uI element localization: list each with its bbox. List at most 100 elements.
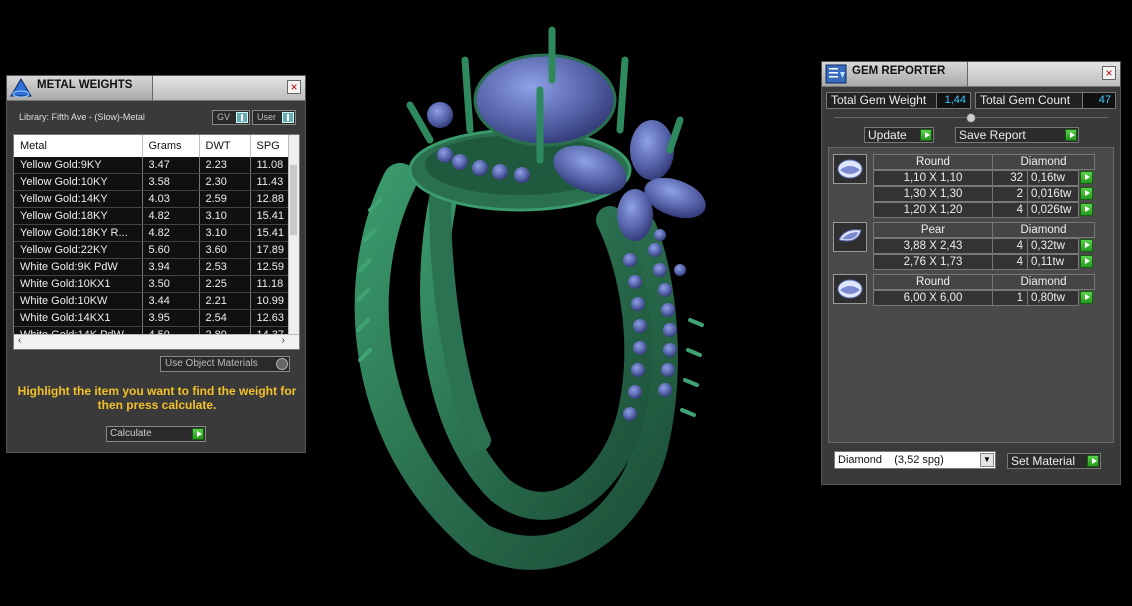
gem-size: 2,76 X 1,73 [873,254,993,270]
cell-grams: 3.47 [142,157,200,174]
column-header-grams[interactable]: Grams [142,135,200,157]
metal-weights-title: METAL WEIGHTS [37,79,133,91]
column-header-spg[interactable]: SPG [250,135,292,157]
gem-reporter-titlebar[interactable]: GEM REPORTER × [822,62,1120,87]
total-gem-weight-value: 1,44 [936,92,971,109]
metal-weights-title-tab: METAL WEIGHTS [7,76,153,100]
select-gem-row-button[interactable] [1080,203,1093,216]
calculate-button[interactable]: Calculate [106,426,206,442]
cell-spg: 11.08 [250,157,292,174]
gem-weight: 0,32tw [1027,238,1079,254]
gem-count: 4 [992,202,1028,218]
gem-shape-header: Round [873,154,993,170]
use-object-materials-toggle[interactable]: Use Object Materials [160,356,290,372]
table-row[interactable]: Yellow Gold:9KY 3.47 2.23 11.08 [14,157,292,174]
play-arrow-icon [192,428,204,440]
toggle-knob-icon [282,112,294,123]
set-material-button[interactable]: Set Material [1007,453,1101,469]
gem-material-select[interactable]: Diamond (3,52 spg) ▼ [834,451,996,469]
table-row[interactable]: Yellow Gold:10KY 3.58 2.30 11.43 [14,173,292,191]
gem-material-header: Diamond [992,222,1095,238]
gem-shape-header: Pear [873,222,993,238]
gem-list: Round Diamond 1,10 X 1,10 32 0,16tw 1,30… [828,147,1114,443]
cell-metal: Yellow Gold:9KY [14,157,143,174]
select-gem-row-button[interactable] [1080,187,1093,200]
table-row[interactable]: Yellow Gold:18KY R... 4.82 3.10 15.41 [14,224,292,242]
gem-material-select-value: Diamond (3,52 spg) [838,454,944,466]
table-row[interactable]: Yellow Gold:22KY 5.60 3.60 17.89 [14,241,292,259]
select-gem-row-button[interactable] [1080,239,1093,252]
round-gem-thumbnail-icon [833,154,867,184]
gem-size: 1,20 X 1,20 [873,202,993,218]
cell-spg: 15.41 [250,224,292,242]
cell-spg: 15.41 [250,207,292,225]
scrollbar-thumb[interactable] [290,165,297,235]
cell-dwt: 3.10 [199,224,251,242]
cell-dwt: 2.59 [199,190,251,208]
metal-table[interactable]: Metal Grams DWT SPG Yellow Gold:9KY 3.47 2… [13,134,300,350]
close-icon[interactable]: × [1102,66,1116,80]
cell-grams: 5.60 [142,241,200,259]
scroll-left-icon[interactable]: ‹ [18,335,21,346]
table-header-row: Metal Grams DWT SPG [14,135,292,157]
cell-spg: 12.88 [250,190,292,208]
table-row[interactable]: Yellow Gold:14KY 4.03 2.59 12.88 [14,190,292,208]
cell-spg: 12.63 [250,309,292,327]
set-material-label: Set Material [1011,454,1076,468]
gem-reporter-panel: GEM REPORTER × Total Gem Weight 1,44 Tot… [821,61,1121,485]
cell-metal: White Gold:10KX1 [14,275,143,293]
select-gem-row-button[interactable] [1080,255,1093,268]
table-row[interactable]: White Gold:10KX1 3.50 2.25 11.18 [14,275,292,293]
user-toggle[interactable]: User [252,110,296,125]
user-toggle-label: User [257,112,277,122]
cell-grams: 3.94 [142,258,200,276]
save-report-button[interactable]: Save Report [955,127,1079,143]
cell-grams: 3.58 [142,173,200,191]
table-row[interactable]: White Gold:10KW 3.44 2.21 10.99 [14,292,292,310]
library-label: Library: Fifth Ave - (Slow)-Metal [19,112,145,122]
cell-grams: 3.50 [142,275,200,293]
collapse-handle-icon[interactable] [966,113,976,123]
gem-reporter-title-tab: GEM REPORTER [822,62,968,86]
metal-table-body: Metal Grams DWT SPG Yellow Gold:9KY 3.47 2… [14,135,292,344]
gem-material-header: Diamond [992,154,1095,170]
table-row[interactable]: Yellow Gold:18KY 4.82 3.10 15.41 [14,207,292,225]
scroll-right-icon[interactable]: › [282,335,285,346]
cell-dwt: 2.23 [199,157,251,174]
close-icon[interactable]: × [287,80,301,94]
total-gem-count-value: 47 [1082,92,1116,109]
update-label: Update [868,128,907,142]
cell-spg: 17.89 [250,241,292,259]
cell-spg: 11.43 [250,173,292,191]
radio-indicator-icon [276,358,288,370]
gem-weight: 0,16tw [1027,170,1079,186]
cell-metal: Yellow Gold:22KY [14,241,143,259]
table-row[interactable]: White Gold:14KX1 3.95 2.54 12.63 [14,309,292,327]
table-vertical-scrollbar[interactable] [288,135,299,335]
use-object-materials-label: Use Object Materials [165,358,258,369]
select-gem-row-button[interactable] [1080,171,1093,184]
cell-grams: 3.44 [142,292,200,310]
cell-metal: White Gold:9K PdW [14,258,143,276]
cell-grams: 4.03 [142,190,200,208]
metal-weights-titlebar[interactable]: METAL WEIGHTS × [7,76,305,101]
gem-weight: 0,80tw [1027,290,1079,306]
play-arrow-icon [1087,455,1099,467]
gem-count: 1 [992,290,1028,306]
table-horizontal-scrollbar[interactable]: ‹ › [14,334,299,349]
update-button[interactable]: Update [864,127,934,143]
ring-3d-viewport[interactable] [330,20,780,580]
table-row[interactable]: White Gold:9K PdW 3.94 2.53 12.59 [14,258,292,276]
column-header-metal[interactable]: Metal [14,135,143,157]
column-header-dwt[interactable]: DWT [199,135,251,157]
gv-toggle[interactable]: GV [212,110,250,125]
select-gem-row-button[interactable] [1080,291,1093,304]
cell-metal: Yellow Gold:14KY [14,190,143,208]
cell-metal: Yellow Gold:10KY [14,173,143,191]
cell-dwt: 2.25 [199,275,251,293]
gem-weight: 0,11tw [1027,254,1079,270]
round-gem-thumbnail-icon [833,274,867,304]
dropdown-arrow-icon[interactable]: ▼ [980,453,994,467]
cell-dwt: 2.53 [199,258,251,276]
cell-dwt: 2.54 [199,309,251,327]
